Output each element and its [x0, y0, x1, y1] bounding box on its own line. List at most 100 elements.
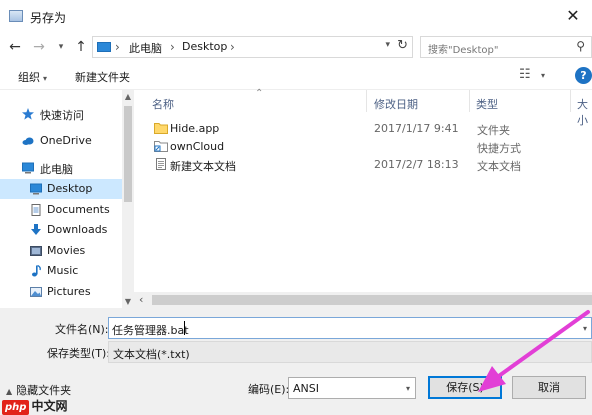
watermark-site: 中文网: [31, 399, 68, 413]
window-app-icon: [9, 10, 23, 22]
breadcrumb-desktop[interactable]: Desktop: [182, 40, 227, 53]
desktop-icon: [30, 183, 42, 195]
watermark-badge: php: [2, 400, 30, 415]
breadcrumb-separator-icon[interactable]: ›: [230, 40, 235, 54]
nav-item-label: 此电脑: [40, 163, 73, 176]
view-dropdown-chevron-icon[interactable]: ▾: [541, 71, 545, 80]
scrollbar-thumb[interactable]: [152, 295, 592, 305]
chevron-down-icon[interactable]: ▾: [406, 384, 410, 393]
nav-item-label: Downloads: [47, 223, 108, 236]
breadcrumb-this-pc[interactable]: 此电脑: [129, 40, 162, 56]
site-watermark: php 中文网: [2, 397, 68, 415]
column-header-type[interactable]: 类型: [476, 96, 498, 112]
hide-folders-label: 隐藏文件夹: [16, 384, 72, 397]
forward-arrow-icon[interactable]: →: [30, 37, 48, 57]
nav-item-music[interactable]: Music: [0, 261, 122, 281]
search-icon[interactable]: ⚲: [576, 39, 585, 53]
nav-item-label: Documents: [47, 203, 110, 216]
recent-locations-chevron-icon[interactable]: ▾: [52, 37, 70, 57]
chevron-down-icon: ▾: [43, 74, 48, 83]
nav-item-label: OneDrive: [40, 134, 92, 147]
nav-item-downloads[interactable]: Downloads: [0, 220, 122, 240]
column-header-name[interactable]: 名称: [152, 96, 174, 112]
file-name: ownCloud: [170, 140, 225, 153]
nav-item-label: 快速访问: [40, 109, 84, 122]
refresh-icon[interactable]: ↻: [397, 38, 408, 53]
sort-ascending-icon: ⌃: [255, 88, 264, 99]
column-header-date[interactable]: 修改日期: [374, 96, 418, 112]
file-row[interactable]: ownCloud 快捷方式: [152, 138, 592, 156]
command-toolbar: 组织 ▾ 新建文件夹 ☷ ▾ ?: [0, 62, 592, 90]
file-name: 新建文本文档: [170, 160, 236, 173]
movie-icon: [30, 246, 42, 256]
chevron-up-icon: ▲: [6, 387, 13, 396]
encoding-select[interactable]: ANSI ▾: [288, 377, 416, 399]
nav-item-quick-access[interactable]: 快速访问: [0, 104, 122, 124]
filename-label: 文件名(N):: [55, 323, 109, 336]
nav-item-label: Music: [47, 264, 79, 277]
computer-icon: [97, 42, 111, 52]
cloud-icon: [22, 137, 34, 145]
text-file-icon: [156, 158, 166, 170]
nav-item-movies[interactable]: Movies: [0, 241, 122, 261]
horizontal-scrollbar[interactable]: ‹: [134, 292, 592, 308]
filename-value: 任务管理器.bat: [112, 324, 189, 337]
nav-item-documents[interactable]: Documents: [0, 200, 122, 220]
scroll-up-arrow-icon[interactable]: ▲: [122, 92, 134, 101]
new-folder-button[interactable]: 新建文件夹: [75, 69, 130, 85]
encoding-value: ANSI: [293, 382, 319, 395]
scroll-left-arrow-icon[interactable]: ‹: [139, 293, 143, 306]
filetype-select[interactable]: 文本文档(*.txt): [108, 341, 592, 363]
shortcut-folder-icon: [154, 141, 168, 152]
nav-item-desktop[interactable]: Desktop: [0, 179, 122, 199]
text-caret: [184, 321, 185, 335]
nav-item-this-pc[interactable]: 此电脑: [0, 158, 122, 178]
music-icon: [32, 265, 41, 277]
chevron-down-icon[interactable]: ▾: [583, 324, 587, 333]
file-row[interactable]: Hide.app 2017/1/17 9:41 文件夹: [152, 120, 592, 138]
search-placeholder: 搜索"Desktop": [428, 45, 499, 56]
file-date: 2017/2/7 18:13: [374, 158, 459, 171]
organize-label: 组织: [18, 71, 40, 84]
up-arrow-icon[interactable]: ↑: [72, 37, 90, 57]
file-date: 2017/1/17 9:41: [374, 122, 459, 135]
breadcrumb-separator-icon[interactable]: ›: [115, 40, 120, 54]
filetype-value: 文本文档(*.txt): [113, 348, 190, 361]
file-type: 文本文档: [477, 160, 521, 173]
scroll-down-arrow-icon[interactable]: ▼: [122, 297, 134, 306]
save-button[interactable]: 保存(S): [428, 376, 502, 399]
column-divider[interactable]: [366, 90, 367, 112]
back-arrow-icon[interactable]: ←: [6, 37, 24, 57]
breadcrumb-separator-icon[interactable]: ›: [170, 40, 175, 54]
file-name: Hide.app: [170, 122, 220, 135]
address-row: ← → ▾ ↑ › 此电脑 › Desktop › ▾ ↻ 搜索"Desktop…: [0, 32, 592, 62]
column-divider[interactable]: [469, 90, 470, 112]
address-dropdown-chevron-icon[interactable]: ▾: [385, 40, 390, 50]
navigation-scrollbar[interactable]: ▲ ▼: [122, 90, 134, 308]
search-input[interactable]: 搜索"Desktop" ⚲: [420, 36, 592, 58]
nav-item-label: Movies: [47, 244, 86, 257]
organize-button[interactable]: 组织 ▾: [18, 69, 47, 85]
nav-item-onedrive[interactable]: OneDrive: [0, 131, 122, 151]
file-row[interactable]: 新建文本文档 2017/2/7 18:13 文本文档: [152, 156, 592, 174]
download-icon: [31, 224, 41, 235]
column-divider[interactable]: [570, 90, 571, 112]
nav-item-label: Pictures: [47, 285, 91, 298]
close-button[interactable]: ✕: [554, 0, 592, 32]
nav-item-pictures[interactable]: Pictures: [0, 282, 122, 302]
hide-folders-toggle[interactable]: ▲ 隐藏文件夹: [6, 382, 71, 398]
scrollbar-thumb[interactable]: [124, 106, 132, 202]
star-icon: [22, 108, 34, 120]
address-bar[interactable]: › 此电脑 › Desktop › ▾ ↻: [92, 36, 413, 58]
help-button[interactable]: ?: [575, 67, 592, 84]
picture-icon: [30, 287, 42, 297]
filename-input[interactable]: 任务管理器.bat ▾: [108, 317, 592, 339]
save-options-panel: 文件名(N): 任务管理器.bat ▾ 保存类型(T): 文本文档(*.txt)…: [0, 308, 592, 415]
cancel-button[interactable]: 取消: [512, 376, 586, 399]
navigation-pane: 快速访问 OneDrive 此电脑 Desktop Documents Down…: [0, 90, 122, 308]
view-options-icon[interactable]: ☷: [519, 67, 531, 82]
file-type: 文件夹: [477, 124, 510, 137]
file-type: 快捷方式: [477, 142, 521, 155]
document-icon: [31, 204, 41, 216]
filetype-label: 保存类型(T):: [47, 347, 111, 360]
